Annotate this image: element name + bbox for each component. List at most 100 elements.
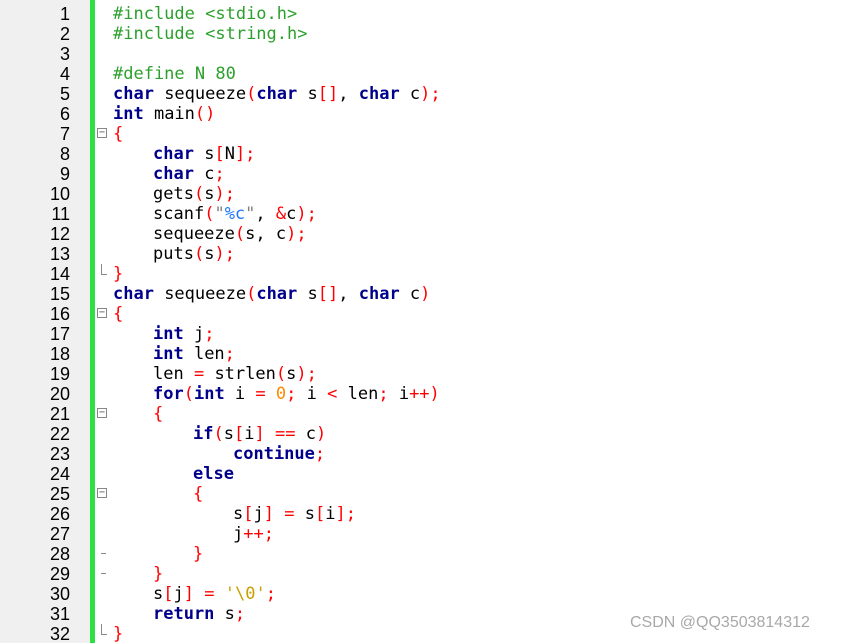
code-token: char — [256, 284, 298, 304]
fold-block-end-icon — [97, 564, 109, 584]
code-token: #include — [113, 4, 206, 24]
code-line[interactable]: 14} — [0, 264, 843, 284]
code-token: < — [327, 384, 338, 404]
code-token: s — [294, 504, 315, 524]
code-token: i — [325, 504, 336, 524]
fold-guide — [97, 224, 109, 244]
code-text: j++; — [233, 524, 274, 544]
code-token: ); — [214, 244, 235, 264]
code-line[interactable]: 25 − { — [0, 484, 843, 504]
code-line[interactable]: 8 char s[N]; — [0, 144, 843, 164]
code-token: } — [193, 544, 204, 564]
line-number: 26 — [49, 504, 70, 524]
code-token: len — [153, 364, 194, 384]
code-token: ++; — [243, 524, 274, 544]
code-line[interactable]: 2 #include <string.h> — [0, 24, 843, 44]
fold-toggle-icon[interactable]: − — [97, 304, 109, 324]
fold-guide — [97, 464, 109, 484]
code-token: i — [224, 384, 256, 404]
line-number: 10 — [49, 184, 70, 204]
line-number: 31 — [49, 604, 70, 624]
code-token: sequeeze — [153, 224, 235, 244]
code-line[interactable]: 17 int j; — [0, 324, 843, 344]
code-token: s — [233, 504, 244, 524]
code-line[interactable]: 13 puts(s); — [0, 244, 843, 264]
code-token: , — [338, 284, 359, 304]
line-number: 22 — [49, 424, 70, 444]
code-token: ; — [224, 344, 235, 364]
code-line[interactable]: 5 char sequeeze(char s[], char c); — [0, 84, 843, 104]
code-token: { — [153, 404, 164, 424]
code-line[interactable]: 1 #include <stdio.h> — [0, 4, 843, 24]
code-token: if — [193, 424, 214, 444]
code-text: int len; — [153, 344, 235, 364]
code-token: s — [193, 144, 215, 164]
code-token: s — [286, 364, 297, 384]
code-line[interactable]: 7 −{ — [0, 124, 843, 144]
code-token: s — [297, 284, 318, 304]
line-number: 23 — [49, 444, 70, 464]
code-token: #include — [113, 24, 206, 44]
code-line[interactable]: 18 int len; — [0, 344, 843, 364]
code-line[interactable]: 24 else — [0, 464, 843, 484]
code-token: ; — [286, 384, 297, 404]
code-line[interactable]: 4 #define N 80 — [0, 64, 843, 84]
code-line[interactable]: 11 scanf("%c", &c); — [0, 204, 843, 224]
line-number: 25 — [49, 484, 70, 504]
watermark: CSDN @QQ3503814312 — [630, 614, 810, 631]
code-line[interactable]: 12 sequeeze(s, c); — [0, 224, 843, 244]
code-line[interactable]: 28} — [0, 544, 843, 564]
code-text: } — [153, 564, 163, 584]
code-token: N — [224, 144, 235, 164]
code-line[interactable]: 20 for(int i = 0; i < len; i++) — [0, 384, 843, 404]
code-line[interactable]: 10 gets(s); — [0, 184, 843, 204]
code-line[interactable]: 29} — [0, 564, 843, 584]
code-token: s — [153, 584, 164, 604]
code-line[interactable]: 26 s[j] = s[i]; — [0, 504, 843, 524]
code-line[interactable]: 16 −{ — [0, 304, 843, 324]
code-line[interactable]: 9 char c; — [0, 164, 843, 184]
fold-guide — [97, 204, 109, 224]
fold-toggle-icon[interactable]: − — [97, 404, 109, 424]
code-line[interactable]: 22 if(s[i] == c) — [0, 424, 843, 444]
code-token: s — [214, 604, 235, 624]
code-token: () — [194, 104, 216, 124]
code-token: ; — [234, 604, 246, 624]
code-token: char — [153, 164, 194, 184]
code-text: scanf("%c", &c); — [153, 204, 317, 224]
line-number: 20 — [49, 384, 70, 404]
fold-toggle-icon[interactable]: − — [97, 484, 109, 504]
code-line[interactable]: 30 s[j] = '\0'; — [0, 584, 843, 604]
code-text: s[j] = '\0'; — [153, 584, 276, 604]
code-editor[interactable]: 1 #include <stdio.h> 2 #include <string.h> 3… — [0, 0, 843, 644]
code-token: scanf — [153, 204, 205, 224]
code-text: char c; — [153, 164, 225, 184]
code-token: ]; — [234, 144, 256, 164]
fold-block-end-icon — [97, 544, 109, 564]
code-text: char sequeeze(char s[], char c); — [113, 84, 441, 104]
fold-guide — [97, 384, 109, 404]
line-number: 27 — [49, 524, 70, 544]
code-token: [ — [233, 424, 245, 444]
code-token: ( — [213, 424, 224, 444]
code-token: 0 — [275, 384, 287, 404]
code-line[interactable]: 15 char sequeeze(char s[], char c) — [0, 284, 843, 304]
code-token: s — [223, 424, 234, 444]
line-number: 14 — [49, 264, 70, 284]
fold-toggle-icon[interactable]: − — [97, 124, 109, 144]
code-line[interactable]: 21 − { — [0, 404, 843, 424]
line-number: 32 — [49, 624, 70, 644]
code-line[interactable]: 23 continue; — [0, 444, 843, 464]
code-token: s — [297, 84, 318, 104]
code-line[interactable]: 3 — [0, 44, 843, 64]
code-token: [ — [163, 584, 174, 604]
code-line[interactable]: 6 int main() — [0, 104, 843, 124]
code-token: sequeeze — [153, 84, 247, 104]
code-line[interactable]: 19 len = strlen(s); — [0, 364, 843, 384]
code-token: [ — [214, 144, 225, 164]
code-token: ]; — [335, 504, 356, 524]
code-line[interactable]: 27 j++; — [0, 524, 843, 544]
